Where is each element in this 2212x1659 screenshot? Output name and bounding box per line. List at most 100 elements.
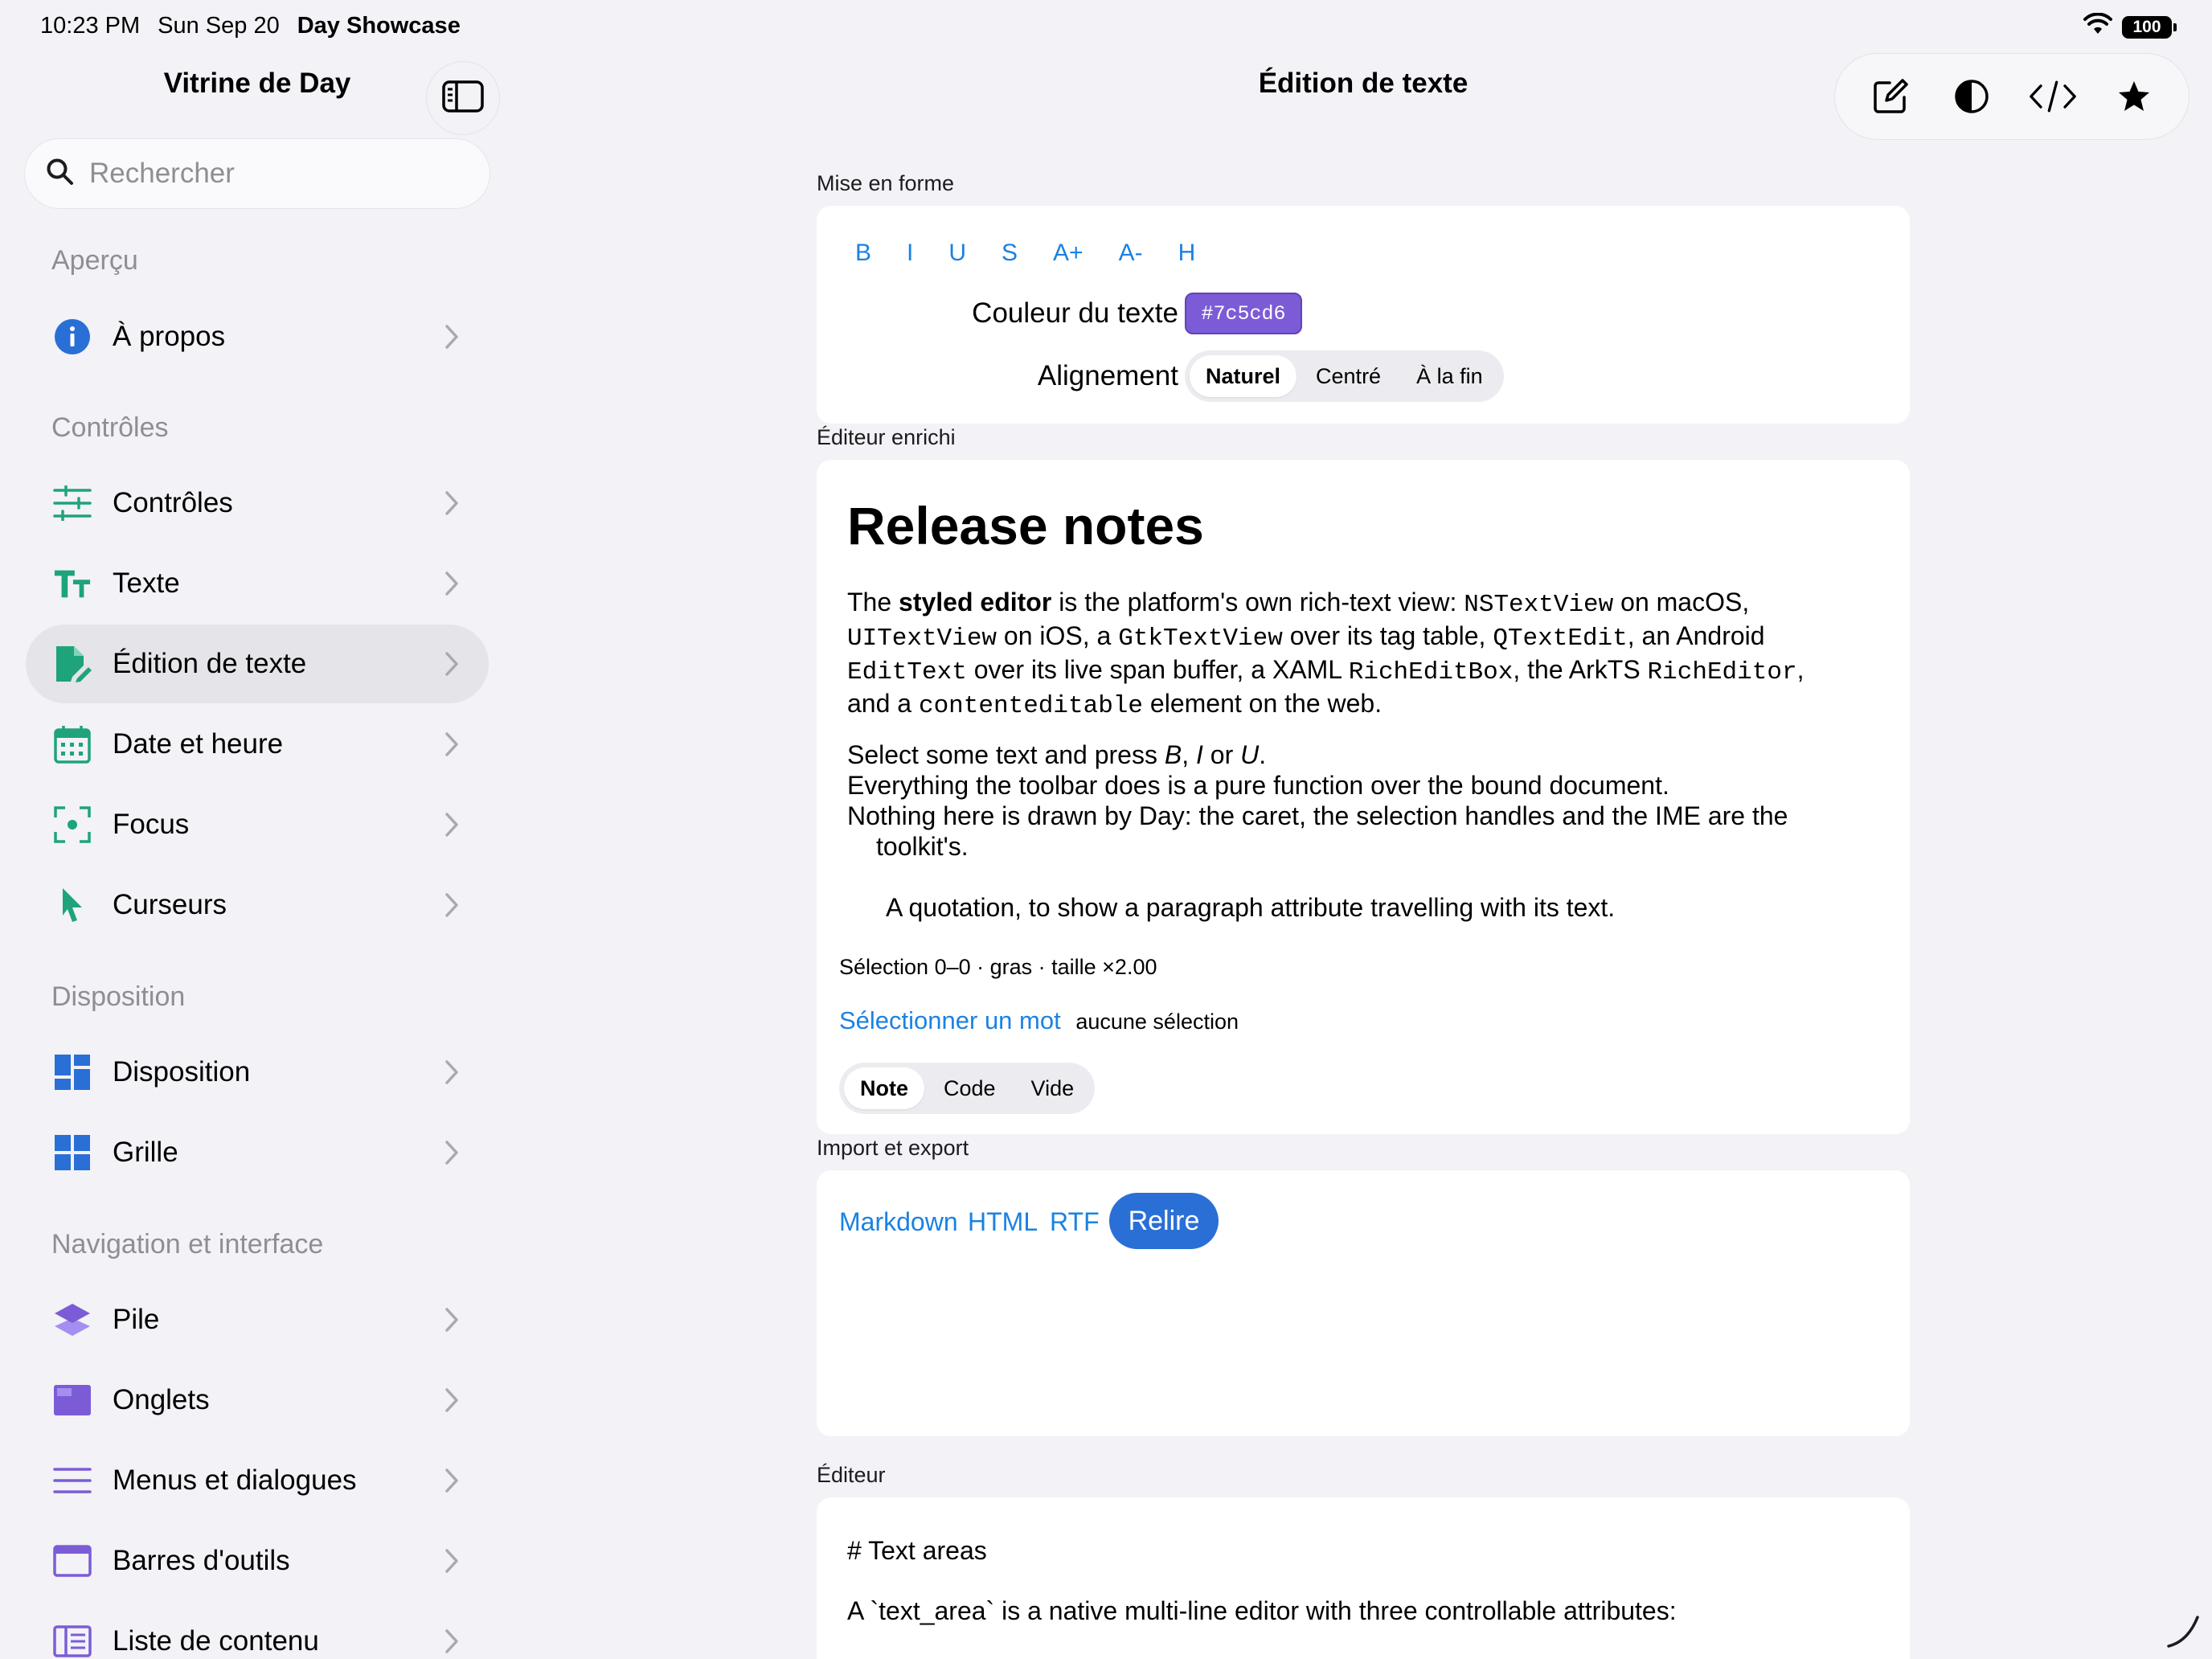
editor-card[interactable]: # Text areas A `text_area` is a native m… bbox=[817, 1497, 1910, 1659]
text-size-icon bbox=[53, 564, 92, 603]
editor-line-1: # Text areas bbox=[847, 1536, 987, 1565]
sidebar-item-label: Curseurs bbox=[113, 889, 227, 920]
alignment-option-naturel[interactable]: Naturel bbox=[1190, 355, 1297, 397]
bold-button[interactable]: B bbox=[855, 240, 871, 267]
code-text: GtkTextView bbox=[1118, 625, 1283, 653]
format-buttons: B I U S A+ A- H bbox=[855, 240, 1231, 267]
contrast-icon[interactable] bbox=[1948, 72, 1996, 121]
underline-button[interactable]: U bbox=[948, 240, 966, 267]
rtf-link[interactable]: RTF bbox=[1050, 1207, 1100, 1237]
chevron-right-icon bbox=[444, 1467, 460, 1494]
chevron-right-icon bbox=[444, 650, 460, 678]
status-left: 10:23 PM Sun Sep 20 Day Showcase bbox=[40, 13, 461, 39]
menu-icon bbox=[53, 1461, 92, 1500]
code-text: NSTextView bbox=[1464, 591, 1614, 619]
sidebar-item-grille[interactable]: Grille bbox=[26, 1113, 489, 1192]
chevron-right-icon bbox=[444, 1139, 460, 1166]
grid-icon bbox=[53, 1133, 92, 1172]
text-run: Select some text and press bbox=[847, 740, 1165, 769]
markdown-link[interactable]: Markdown bbox=[839, 1207, 958, 1237]
section-header-apercu: Aperçu bbox=[51, 245, 138, 276]
text-run: over its tag table, bbox=[1282, 621, 1493, 650]
html-link[interactable]: HTML bbox=[968, 1207, 1038, 1237]
status-right: 100 bbox=[2083, 12, 2177, 42]
sidebar-item-controles[interactable]: Contrôles bbox=[26, 464, 489, 543]
alignment-option-centre[interactable]: Centré bbox=[1300, 355, 1397, 397]
compose-icon[interactable] bbox=[1866, 72, 1915, 121]
group-label-formatting: Mise en forme bbox=[817, 171, 955, 195]
relire-button[interactable]: Relire bbox=[1109, 1193, 1219, 1249]
sidebar-item-label: Grille bbox=[113, 1137, 178, 1168]
search-input[interactable] bbox=[89, 158, 475, 190]
sidebar-item-curseurs[interactable]: Curseurs bbox=[26, 866, 489, 944]
highlight-button[interactable]: H bbox=[1178, 240, 1196, 267]
sidebar-item-liste-de-contenu[interactable]: Liste de contenu bbox=[26, 1602, 489, 1659]
import-export-card: Markdown HTML RTF Relire bbox=[817, 1170, 1910, 1436]
sidebar-icon bbox=[442, 80, 484, 117]
sidebar-item-date-et-heure[interactable]: Date et heure bbox=[26, 705, 489, 784]
select-word-link[interactable]: Sélectionner un mot bbox=[839, 1006, 1061, 1034]
rich-editor-card[interactable]: Release notes The styled editor is the p… bbox=[817, 460, 1910, 1134]
strikethrough-button[interactable]: S bbox=[1002, 240, 1018, 267]
text-run: over its live span buffer, a XAML bbox=[966, 655, 1349, 684]
content-mode-segmented-control: Note Code Vide bbox=[839, 1063, 1096, 1114]
rich-editor-paragraph-2: Select some text and press B, I or U. Ev… bbox=[847, 739, 1884, 862]
text-run: is the platform's own rich-text view: bbox=[1051, 588, 1464, 616]
mode-option-code[interactable]: Code bbox=[928, 1067, 1012, 1109]
search-field[interactable] bbox=[24, 138, 490, 209]
text-run: Nothing here is drawn by Day: the caret,… bbox=[847, 801, 1788, 830]
sidebar: Vitrine de Day Aperçu À propos bbox=[0, 0, 514, 1659]
decrease-size-button[interactable]: A- bbox=[1119, 240, 1143, 267]
alignment-option-a-la-fin[interactable]: À la fin bbox=[1400, 355, 1499, 397]
group-label-rich-editor: Éditeur enrichi bbox=[817, 425, 956, 449]
rich-editor-quote: A quotation, to show a paragraph attribu… bbox=[886, 893, 1616, 922]
select-word-row: Sélectionner un mot aucune sélection bbox=[839, 1006, 1239, 1035]
main-toolbar bbox=[1834, 53, 2189, 140]
status-app-name: Day Showcase bbox=[297, 13, 461, 39]
sidebar-item-focus[interactable]: Focus bbox=[26, 785, 489, 864]
info-icon bbox=[53, 317, 92, 356]
mode-option-vide[interactable]: Vide bbox=[1015, 1067, 1091, 1109]
text-run: The bbox=[847, 588, 899, 616]
status-time: 10:23 PM bbox=[40, 13, 141, 39]
status-bar: 10:23 PM Sun Sep 20 Day Showcase 100 bbox=[0, 0, 2212, 51]
star-icon[interactable] bbox=[2110, 72, 2158, 121]
wifi-icon bbox=[2083, 12, 2112, 42]
sidebar-item-label: Onglets bbox=[113, 1384, 210, 1415]
code-text: EditText bbox=[847, 658, 967, 686]
italic-button[interactable]: I bbox=[907, 240, 913, 267]
text-run: toolkit's. bbox=[876, 832, 969, 861]
sidebar-item-barres-d-outils[interactable]: Barres d'outils bbox=[26, 1522, 489, 1600]
sidebar-item-menus-et-dialogues[interactable]: Menus et dialogues bbox=[26, 1441, 489, 1520]
sidebar-item-onglets[interactable]: Onglets bbox=[26, 1361, 489, 1440]
chevron-right-icon bbox=[444, 1059, 460, 1086]
layout-icon bbox=[53, 1053, 92, 1092]
code-icon[interactable] bbox=[2029, 72, 2077, 121]
sidebar-item-texte[interactable]: Texte bbox=[26, 544, 489, 623]
text-color-swatch[interactable]: #7c5cd6 bbox=[1185, 293, 1302, 334]
mode-option-note[interactable]: Note bbox=[844, 1067, 924, 1109]
italic-text: B bbox=[1164, 740, 1182, 769]
text-color-label: Couleur du texte bbox=[972, 297, 1178, 329]
list-icon bbox=[53, 1622, 92, 1659]
stack-icon bbox=[53, 1301, 92, 1339]
battery-icon: 100 bbox=[2122, 16, 2177, 39]
resize-handle-icon[interactable] bbox=[2164, 1611, 2204, 1655]
sidebar-item-edition-de-texte[interactable]: Édition de texte bbox=[26, 625, 489, 703]
sidebar-toggle-button[interactable] bbox=[426, 61, 500, 135]
text-run: . bbox=[1259, 740, 1267, 769]
sidebar-item-label: Liste de contenu bbox=[113, 1625, 319, 1657]
chevron-right-icon bbox=[444, 1306, 460, 1333]
sidebar-item-a-propos[interactable]: À propos bbox=[26, 297, 489, 376]
alignment-segmented-control: Naturel Centré À la fin bbox=[1185, 350, 1504, 402]
text-run: element on the web. bbox=[1143, 689, 1382, 718]
sidebar-item-label: Menus et dialogues bbox=[113, 1464, 357, 1496]
sidebar-item-pile[interactable]: Pile bbox=[26, 1280, 489, 1359]
sidebar-item-disposition[interactable]: Disposition bbox=[26, 1033, 489, 1112]
increase-size-button[interactable]: A+ bbox=[1053, 240, 1083, 267]
italic-text: U bbox=[1240, 740, 1260, 769]
section-header-controles: Contrôles bbox=[51, 412, 169, 443]
text-run: , an Android bbox=[1627, 621, 1765, 650]
sidebar-item-label: Pile bbox=[113, 1304, 160, 1335]
sidebar-item-label: Barres d'outils bbox=[113, 1545, 290, 1576]
